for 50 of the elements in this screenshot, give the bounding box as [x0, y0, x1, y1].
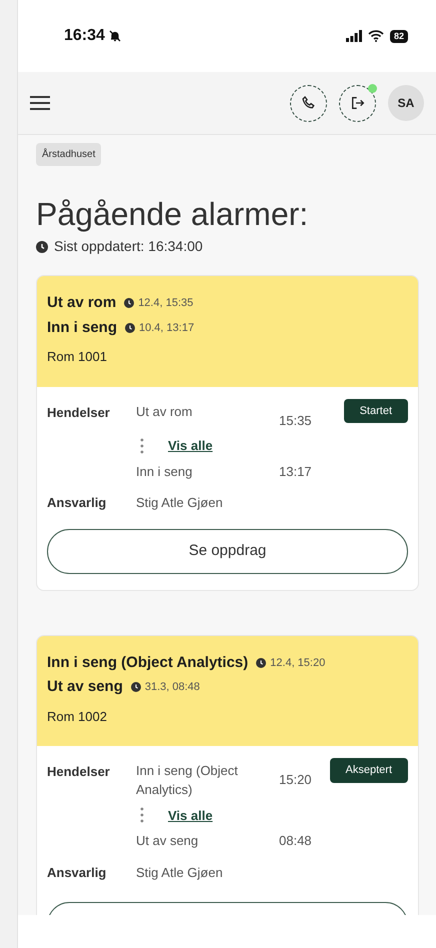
- event-name: Ut av rom: [136, 402, 194, 420]
- status-badge: Akseptert: [330, 758, 408, 782]
- user-avatar[interactable]: SA: [388, 85, 424, 121]
- events-label: Hendelser: [47, 404, 111, 422]
- status-badge: Startet: [344, 398, 408, 423]
- phone-button[interactable]: [290, 84, 327, 122]
- battery-indicator: 82: [390, 30, 408, 42]
- phone-icon: [300, 95, 316, 111]
- clock-icon: [256, 658, 266, 668]
- show-all-link[interactable]: Vis alle: [168, 436, 213, 456]
- vertical-dots-icon: [140, 807, 144, 824]
- clock-icon: [124, 298, 134, 308]
- event-name: Inn i seng: [136, 462, 194, 481]
- alarm-type: Ut av rom: [47, 293, 116, 313]
- responsible-label: Ansvarlig: [47, 494, 108, 512]
- alarm-time: 31.3, 08:48: [144, 680, 200, 695]
- menu-icon[interactable]: [30, 96, 50, 110]
- event-name: Ut av seng: [136, 832, 200, 850]
- clock-icon: [130, 682, 141, 692]
- clock-icon: [125, 322, 136, 333]
- page-title: Pågående alarmer:: [36, 195, 310, 234]
- room-label: Rom 1002: [47, 708, 108, 726]
- signal-icon: [346, 30, 362, 42]
- event-time: 13:17: [279, 462, 313, 480]
- event-time: 15:35: [279, 412, 313, 430]
- alarm-type: Ut av seng: [47, 677, 123, 697]
- vertical-dots-icon: [140, 438, 144, 454]
- logout-button[interactable]: [339, 84, 376, 122]
- location-tag: Årstadhuset: [36, 143, 102, 166]
- logout-icon: [350, 95, 366, 111]
- view-task-button[interactable]: Se oppdrag: [47, 528, 408, 574]
- room-label: Rom 1001: [47, 348, 108, 366]
- last-updated: Sist oppdatert: 16:34:00: [54, 237, 203, 256]
- clock-icon: [36, 240, 48, 252]
- event-name: Inn i seng (Object Analytics): [136, 762, 239, 799]
- events-label: Hendelser: [47, 763, 111, 781]
- responsible-label: Ansvarlig: [47, 864, 108, 882]
- wifi-icon: [368, 30, 384, 42]
- event-time: 15:20: [279, 771, 313, 789]
- alarm-type: Inn i seng: [47, 318, 118, 338]
- alarm-time: 12.4, 15:20: [270, 656, 326, 670]
- responsible-name: Stig Atle Gjøen: [136, 494, 223, 512]
- alarm-time: 12.4, 15:35: [138, 296, 194, 311]
- muted-bell-icon: [108, 30, 121, 42]
- alarm-time: 10.4, 13:17: [139, 320, 194, 336]
- responsible-name: Stig Atle Gjøen: [136, 864, 223, 882]
- alarm-type: Inn i seng (Object Analytics): [47, 652, 248, 672]
- clock-time: 16:34: [64, 26, 105, 46]
- event-time: 08:48: [279, 832, 313, 850]
- show-all-link[interactable]: Vis alle: [168, 806, 213, 826]
